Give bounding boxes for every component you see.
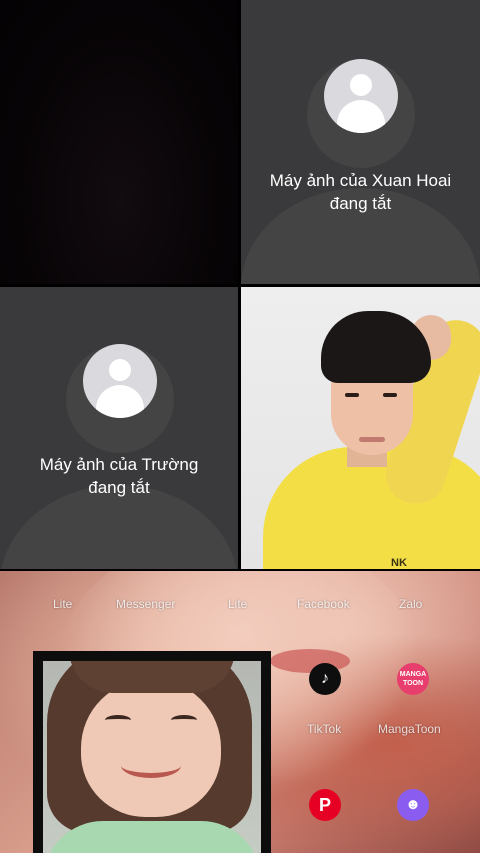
person-mouth [359, 437, 385, 442]
person-bangs [69, 661, 235, 693]
app-label[interactable]: Facebook [297, 597, 350, 611]
camera-off-status: Máy ảnh của Trường đang tắt [39, 455, 199, 497]
shirt-print: NK [391, 557, 407, 569]
app-label[interactable]: Zalo [399, 597, 422, 611]
screen-share-tile[interactable]: Lite Messenger Lite Facebook Zalo ♪ TikT… [0, 571, 480, 853]
person-mouth [121, 753, 181, 778]
video-tile-live[interactable]: NK [241, 287, 480, 569]
app-label[interactable]: Messenger [116, 597, 175, 611]
person-eye [383, 393, 397, 397]
video-tile-truong[interactable]: Máy ảnh của Trường đang tắt [0, 287, 238, 569]
tiktok-icon[interactable]: ♪ [309, 663, 341, 695]
discord-icon[interactable]: ☻ [397, 789, 429, 821]
app-label[interactable]: Lite [53, 597, 72, 611]
person-eye [345, 393, 359, 397]
video-tile-xuan-hoai[interactable]: Máy ảnh của Xuan Hoai đang tắt [241, 0, 480, 284]
app-label[interactable]: Lite [228, 597, 247, 611]
app-label-tiktok[interactable]: TikTok [307, 722, 341, 736]
person-eye [171, 715, 197, 725]
camera-off-status: Máy ảnh của Xuan Hoai đang tắt [269, 171, 452, 213]
pinterest-icon[interactable]: P [309, 789, 341, 821]
avatar-icon [83, 344, 157, 418]
app-label-mangatoon[interactable]: MangaToon [378, 722, 441, 736]
mangatoon-icon[interactable]: MANGA TOON [397, 663, 429, 695]
person-face [81, 679, 221, 817]
video-tile-dark[interactable] [0, 0, 238, 284]
self-view-video [43, 661, 261, 853]
self-view-pip[interactable] [33, 651, 271, 853]
person-eye [105, 715, 131, 725]
avatar-icon [324, 59, 398, 133]
